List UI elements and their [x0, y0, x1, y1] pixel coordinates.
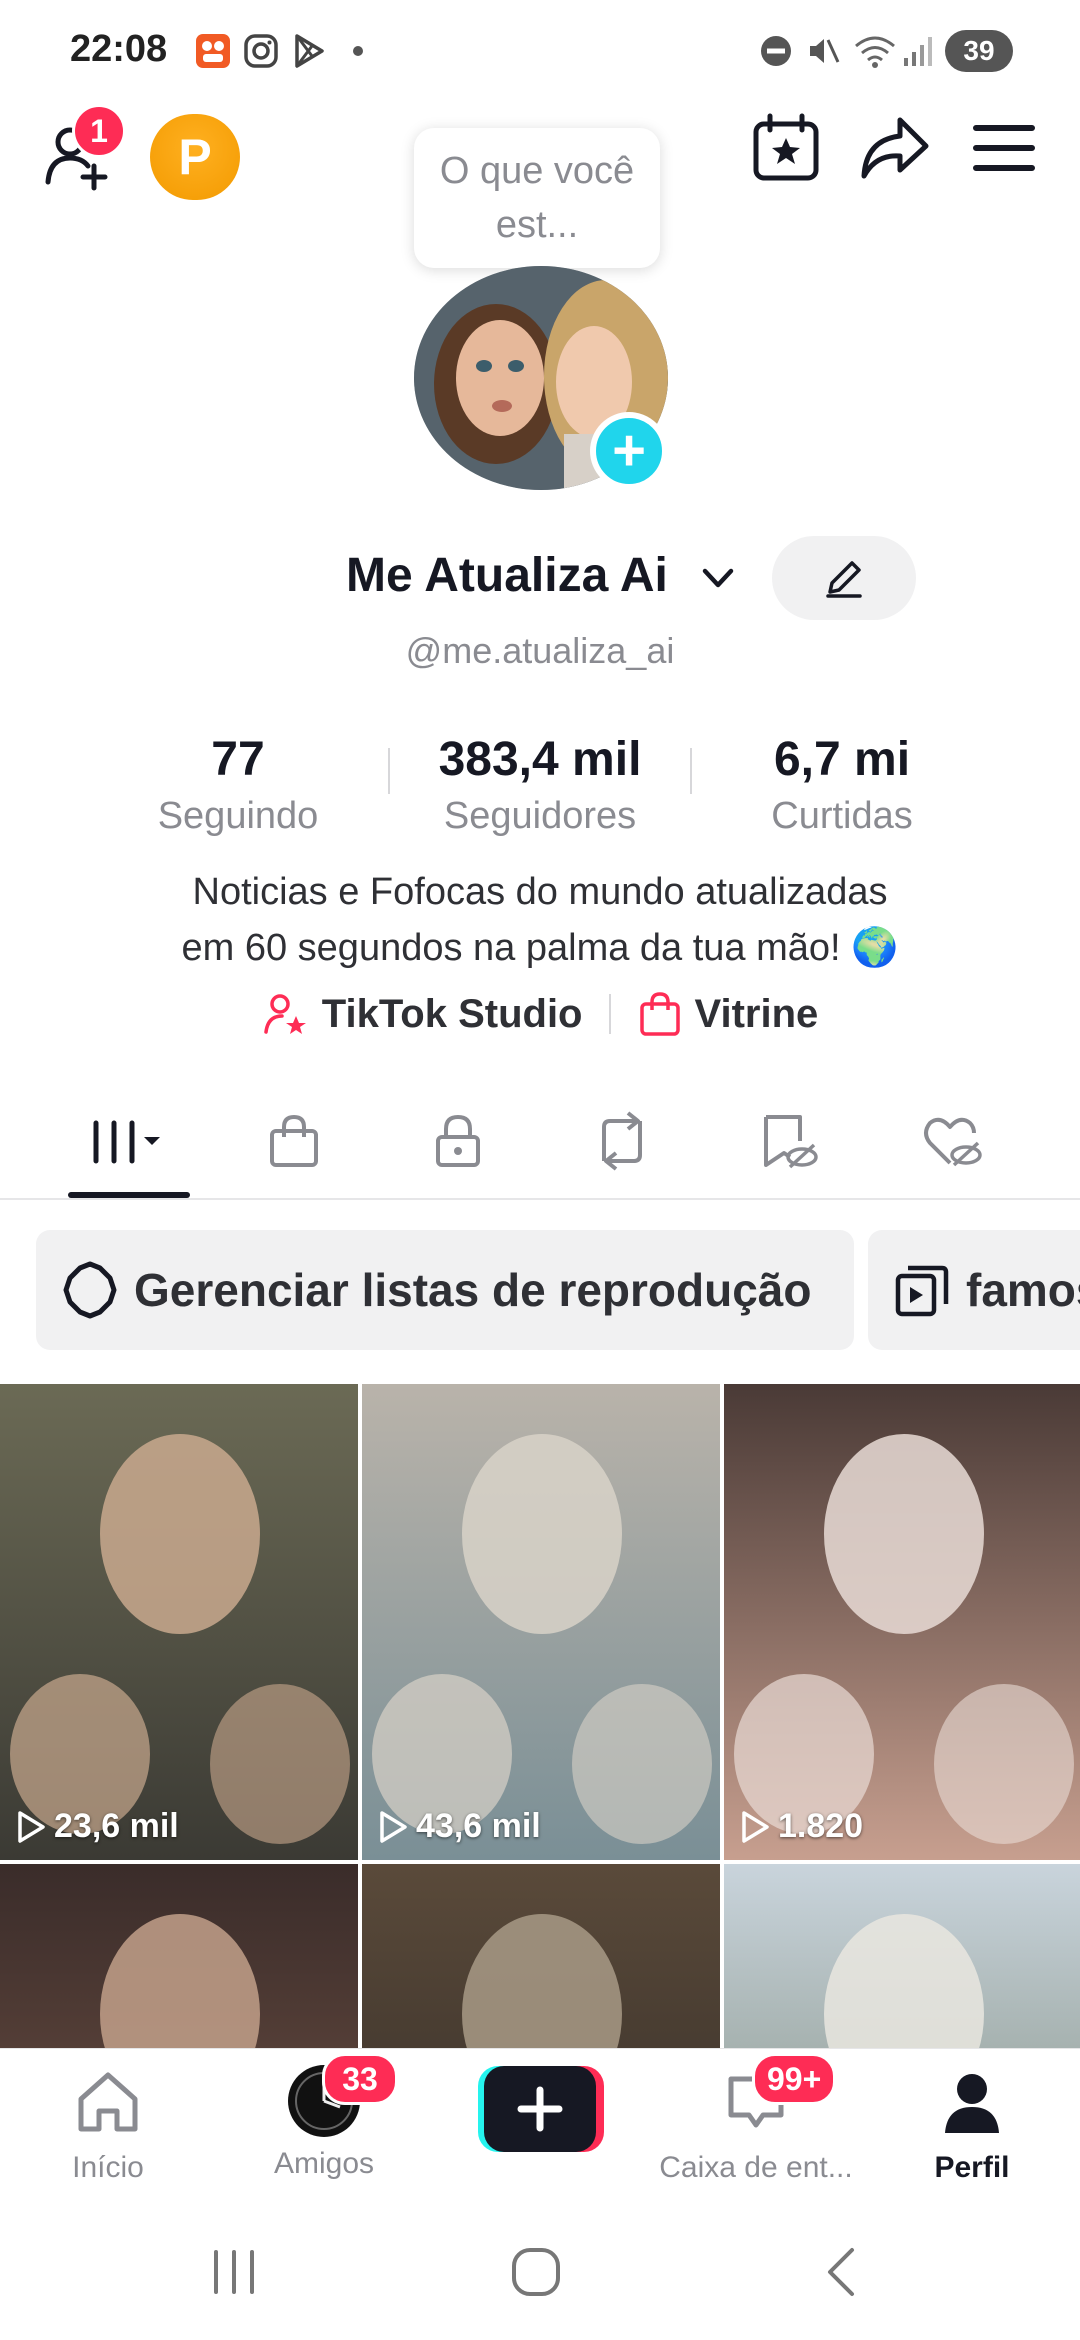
nav-home[interactable]: Início [8, 2069, 208, 2185]
lock-icon [436, 1114, 480, 1167]
status-bubble[interactable]: O que você est... [414, 128, 660, 268]
gear-icon [63, 1261, 117, 1319]
view-count: 1.820 [740, 1807, 863, 1846]
pencil-icon [826, 561, 862, 598]
stat-divider [388, 748, 390, 794]
shopping-bag-icon [639, 992, 680, 1036]
tab-favorites[interactable] [718, 1096, 858, 1186]
tiktok-studio-link[interactable]: TikTok Studio [262, 990, 583, 1038]
manage-playlists-label: Gerenciar listas de reprodução [134, 1264, 812, 1316]
view-count-text: 43,6 mil [416, 1807, 541, 1845]
stat-value: 6,7 mi [773, 733, 911, 786]
friend-requests-badge: 1 [72, 104, 126, 158]
profile-icon [945, 2074, 999, 2133]
video-thumbnail[interactable]: 1.820 [724, 1384, 1080, 1860]
system-navigation [0, 2208, 1080, 2340]
home-button-icon[interactable] [506, 2242, 566, 2302]
play-icon [18, 1810, 45, 1843]
links-divider [608, 994, 611, 1034]
nav-friends-label: Amigos [273, 2147, 375, 2180]
tab-liked[interactable] [882, 1096, 1022, 1186]
stat-label: Curtidas [771, 795, 913, 837]
manage-playlists-button[interactable]: Gerenciar listas de reprodução [36, 1230, 854, 1350]
wifi-icon [855, 36, 895, 68]
display-name: Me Atualiza Ai [346, 549, 668, 602]
signal-icon [904, 37, 932, 66]
tab-shop[interactable] [224, 1096, 364, 1186]
profile-links: TikTok Studio Vitrine [0, 990, 1080, 1038]
tab-reposts[interactable] [552, 1096, 692, 1186]
do-not-disturb-icon [761, 36, 791, 66]
playlist-label: famosos [966, 1264, 1080, 1316]
bio-line: Noticias e Fofocas do mundo atualizadas [192, 871, 888, 913]
view-count: 23,6 mil [16, 1807, 179, 1846]
thumbnail-image [362, 1384, 720, 1860]
inbox-badge: 99+ [752, 2053, 837, 2105]
person-star-icon [264, 994, 306, 1034]
view-count-text: 1.820 [778, 1807, 864, 1845]
showcase-link[interactable]: Vitrine [637, 990, 819, 1038]
video-thumbnail[interactable]: 23,6 mil [0, 1384, 358, 1860]
bag-icon [270, 1114, 318, 1167]
chevron-down-icon[interactable] [700, 560, 736, 596]
status-time: 22:08 [70, 28, 168, 70]
bio-line: em 60 segundos na palma da tua mão! 🌍 [181, 927, 899, 969]
grid-dropdown-icon [93, 1120, 160, 1164]
app-notification-icon [196, 34, 230, 68]
recent-apps-icon[interactable] [204, 2242, 264, 2302]
nav-home-label: Início [72, 2151, 144, 2184]
play-icon [380, 1810, 407, 1843]
battery-indicator: 39 [945, 30, 1013, 72]
stat-label: Seguindo [157, 795, 319, 837]
playlist-icon [895, 1265, 949, 1317]
friends-badge: 33 [322, 2053, 398, 2105]
status-bubble-text: O que você est... [439, 150, 635, 246]
play-icon [742, 1810, 769, 1843]
stat-followers[interactable]: 383,4 mil Seguidores [410, 732, 670, 838]
view-count: 43,6 mil [378, 1807, 541, 1846]
instagram-icon [244, 34, 278, 68]
video-thumbnail[interactable]: 43,6 mil [362, 1384, 720, 1860]
nav-profile-label: Perfil [934, 2151, 1010, 2184]
profile-bio: Noticias e Fofocas do mundo atualizadas … [0, 864, 1080, 976]
nav-inbox-label: Caixa de ent... [659, 2151, 853, 2184]
points-badge[interactable]: P [150, 114, 240, 200]
create-button[interactable] [478, 2066, 604, 2152]
username: @me.atualiza_ai [405, 630, 675, 671]
dot-icon [353, 46, 363, 56]
repost-icon [602, 1111, 642, 1171]
mute-icon [810, 39, 840, 63]
tabs-divider [0, 1198, 1080, 1200]
view-count-text: 23,6 mil [54, 1807, 179, 1845]
stat-label: Seguidores [443, 795, 637, 837]
tiktok-studio-label: TikTok Studio [321, 991, 583, 1036]
back-icon[interactable] [812, 2242, 872, 2302]
home-icon [78, 2072, 138, 2132]
tab-videos[interactable] [60, 1096, 200, 1186]
heart-hidden-icon [924, 1117, 982, 1167]
stat-value: 77 [211, 733, 265, 786]
thumbnail-image [0, 1384, 358, 1860]
edit-profile-button[interactable] [772, 536, 916, 620]
bookmark-hidden-icon [764, 1115, 818, 1169]
stat-following[interactable]: 77 Seguindo [108, 732, 368, 838]
thumbnail-image [724, 1384, 1080, 1860]
nav-profile[interactable]: Perfil [872, 2069, 1072, 2185]
showcase-label: Vitrine [694, 991, 819, 1036]
menu-icon[interactable] [966, 110, 1042, 186]
calendar-star-icon[interactable] [748, 110, 824, 186]
playlist-chip[interactable]: famosos [868, 1230, 1080, 1350]
tab-private[interactable] [388, 1096, 528, 1186]
add-story-button[interactable]: + [590, 412, 668, 490]
stat-value: 383,4 mil [438, 733, 642, 786]
stat-divider [690, 748, 692, 794]
share-icon[interactable] [856, 110, 932, 186]
stat-likes[interactable]: 6,7 mi Curtidas [712, 732, 972, 838]
play-store-icon [295, 34, 324, 68]
